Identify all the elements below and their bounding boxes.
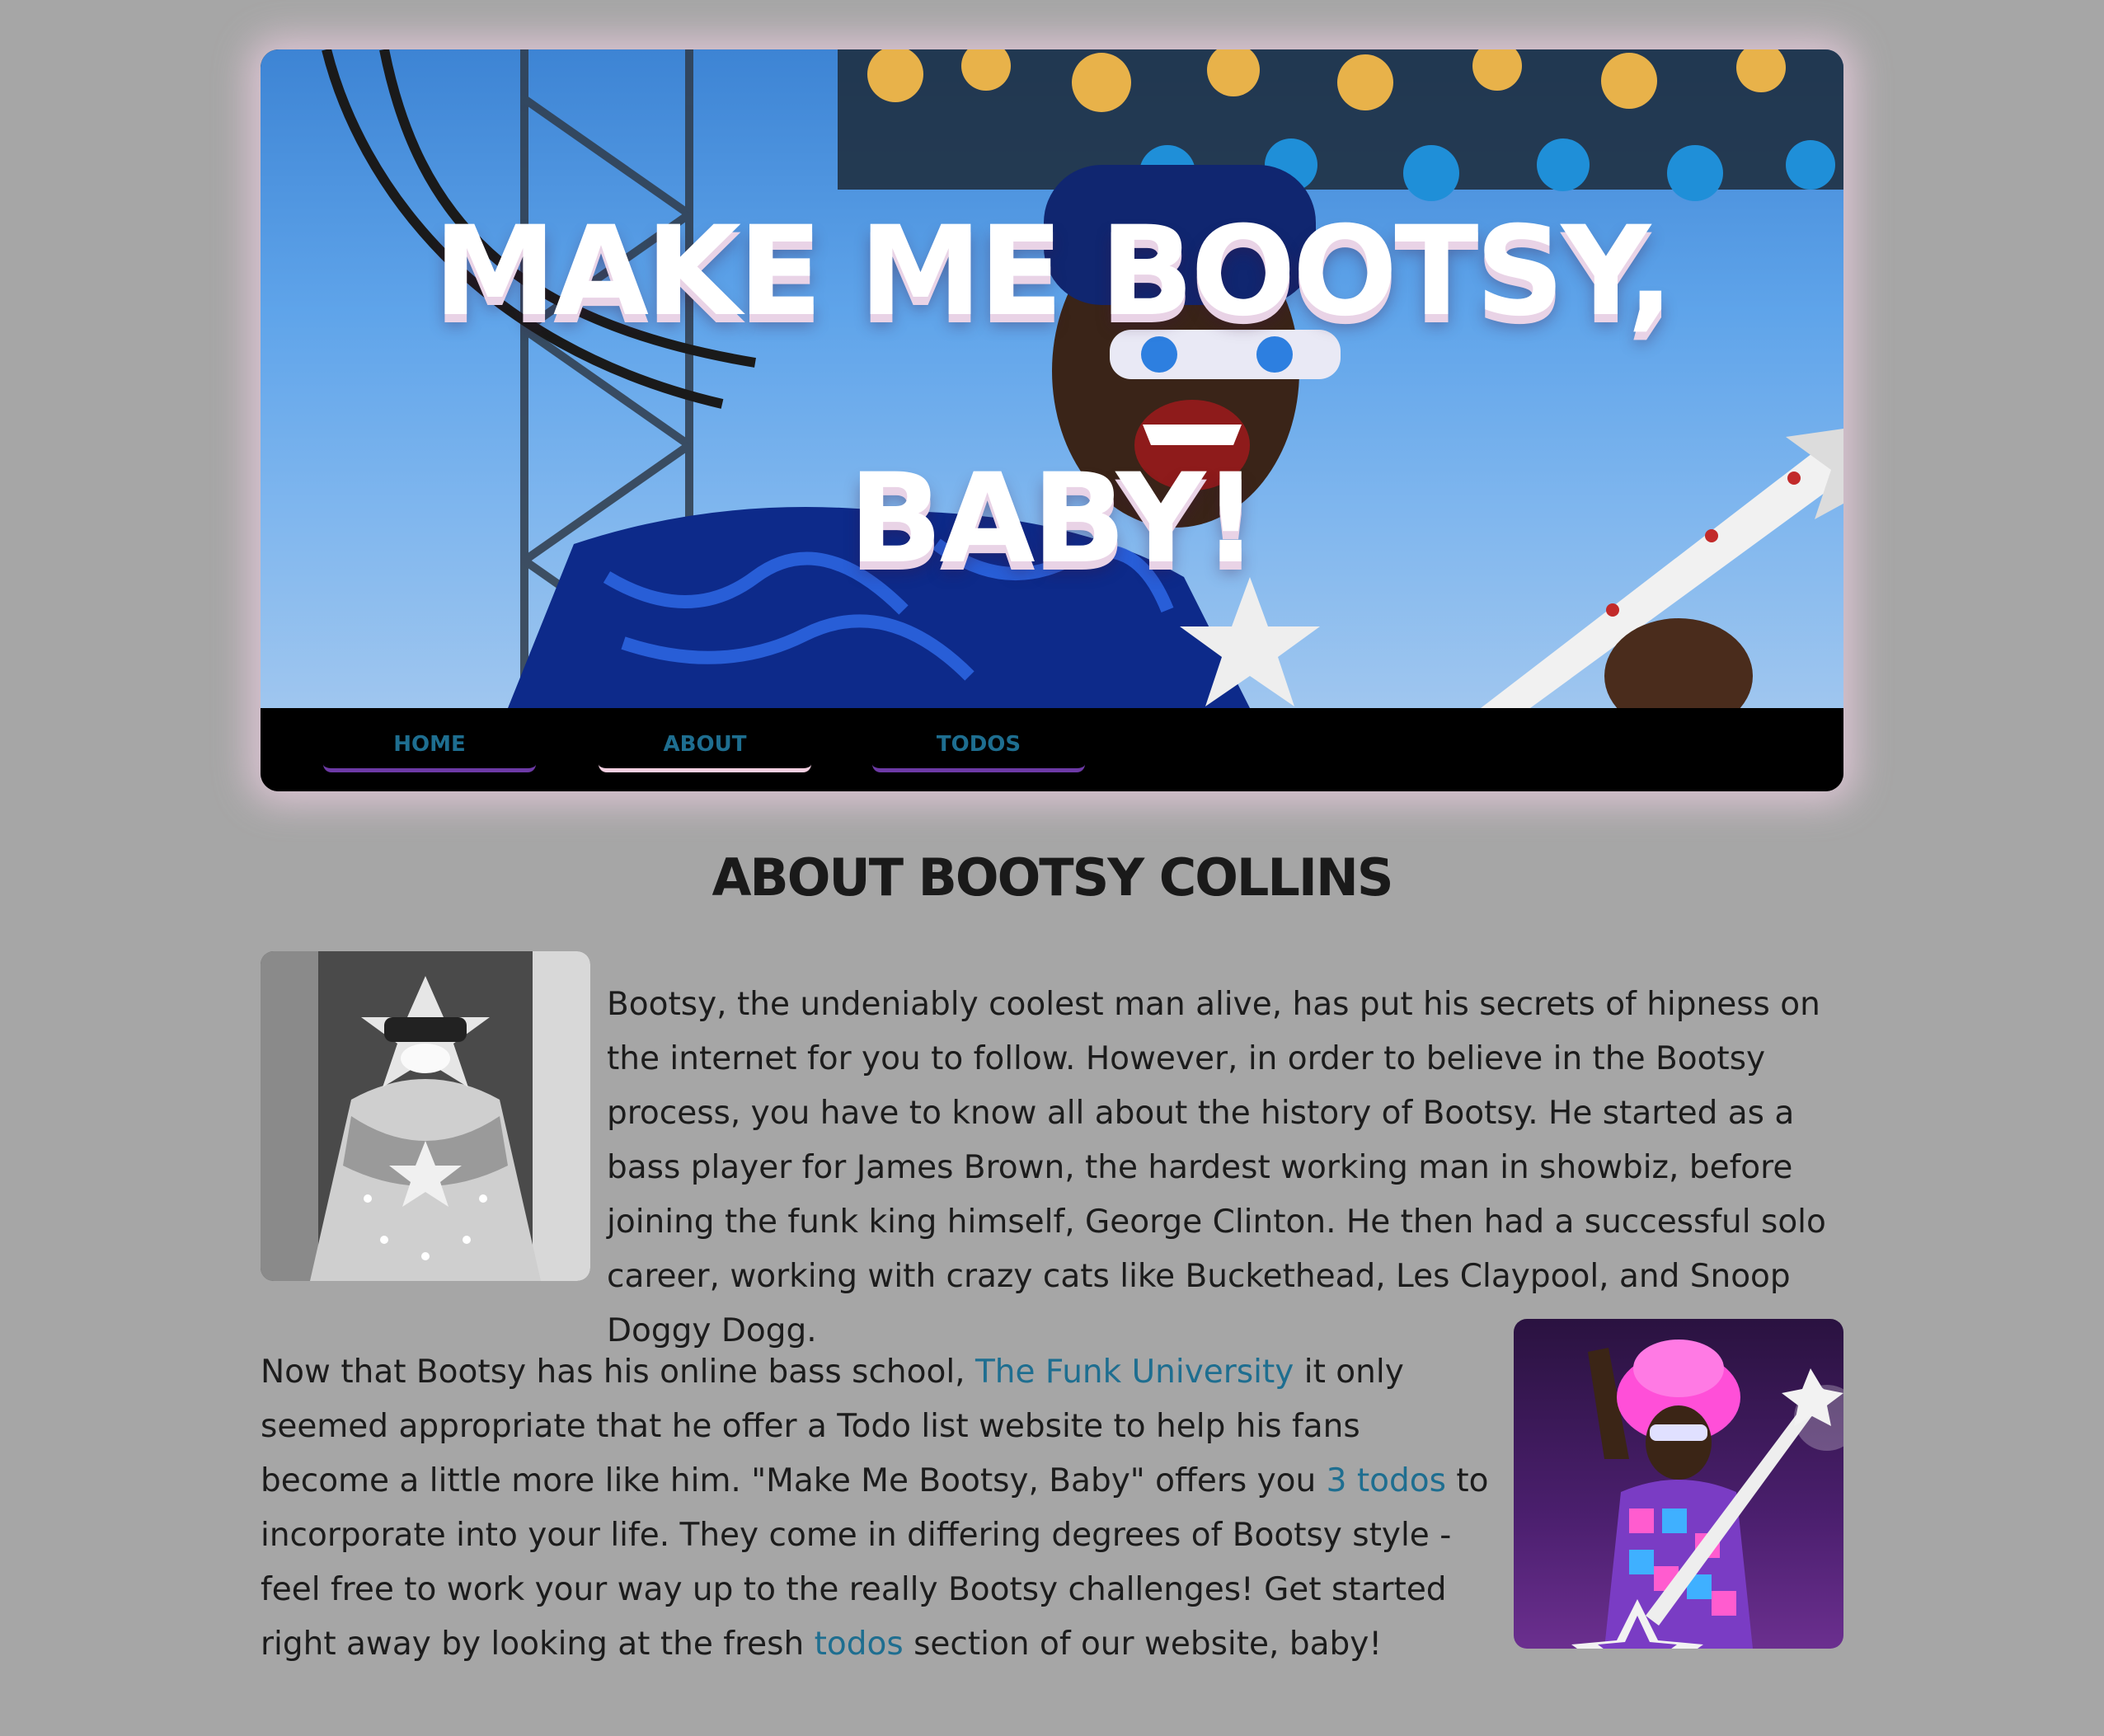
paragraph-2-text-1: Now that Bootsy has his online bass scho… [261,1354,975,1391]
about-heading: About Bootsy Collins [712,847,1393,908]
nav-todos-underline [872,764,1085,772]
site-header: Make Me Bootsy, Baby! HOME ABOUT TODOS [261,49,1843,791]
site-title: Make Me Bootsy, Baby! [433,200,1674,591]
nav-about-underline [599,764,811,772]
nav-todos-link[interactable]: TODOS [872,728,1085,772]
bootsy-color-photo [1514,1319,1843,1649]
nav-about-label: ABOUT [663,732,747,757]
paragraph-2-text-4: section of our website, baby! [903,1626,1382,1663]
about-paragraph-2: Now that Bootsy has his online bass scho… [261,1345,1497,1672]
nav-about-link[interactable]: ABOUT [599,728,811,772]
hero-banner: Make Me Bootsy, Baby! [261,49,1843,708]
nav-home-label: HOME [393,732,466,757]
about-paragraph-1: Bootsy, the undeniably coolest man alive… [607,986,1826,1349]
nav-home-link[interactable]: HOME [323,728,536,772]
page: Make Me Bootsy, Baby! HOME ABOUT TODOS A… [261,49,1843,1663]
main-nav: HOME ABOUT TODOS [261,708,1843,791]
bootsy-bw-photo [261,951,590,1281]
funk-university-link[interactable]: The Funk University [975,1354,1294,1391]
nav-home-underline [323,764,536,772]
three-todos-link[interactable]: 3 todos [1327,1462,1446,1499]
nav-todos-label: TODOS [936,732,1021,757]
todos-link[interactable]: todos [815,1626,904,1663]
